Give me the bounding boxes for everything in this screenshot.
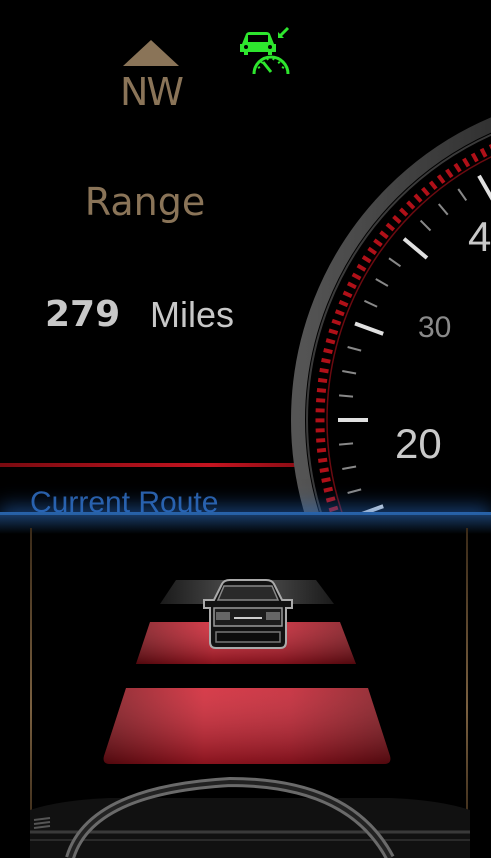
speed-tick-mark	[347, 488, 362, 494]
speed-tick-mark	[437, 203, 449, 216]
adaptive-cruise-icon	[240, 26, 290, 75]
speed-tick-mark	[338, 394, 354, 398]
speed-tick-mark	[402, 237, 429, 260]
speed-tick-mark	[388, 257, 402, 268]
speed-tick-mark	[354, 321, 384, 336]
speed-tick-mark	[457, 188, 468, 202]
speed-tick-20: 20	[395, 420, 442, 467]
range-unit: Miles	[150, 294, 235, 335]
panel-glow	[0, 512, 491, 534]
speed-tick-mark	[347, 346, 362, 352]
speed-tick-mark	[419, 219, 432, 232]
speed-tick-mark	[477, 174, 491, 201]
speed-tick-mark	[363, 299, 378, 308]
speed-tick-mark	[375, 278, 389, 287]
range-label: Range	[84, 180, 206, 224]
speed-tick-30: 30	[418, 311, 452, 344]
speed-tick-mark	[338, 442, 354, 446]
speedometer-dial	[291, 117, 491, 520]
speed-tick-mark	[342, 465, 357, 470]
compass-heading: NW	[120, 70, 184, 114]
speed-tick-mark	[342, 370, 357, 375]
range-value: 279	[45, 294, 121, 335]
speed-tick-40: 4	[468, 213, 491, 260]
dashboard-silhouette	[30, 776, 470, 858]
red-divider	[0, 463, 300, 467]
compass-arrow-icon	[123, 40, 179, 66]
